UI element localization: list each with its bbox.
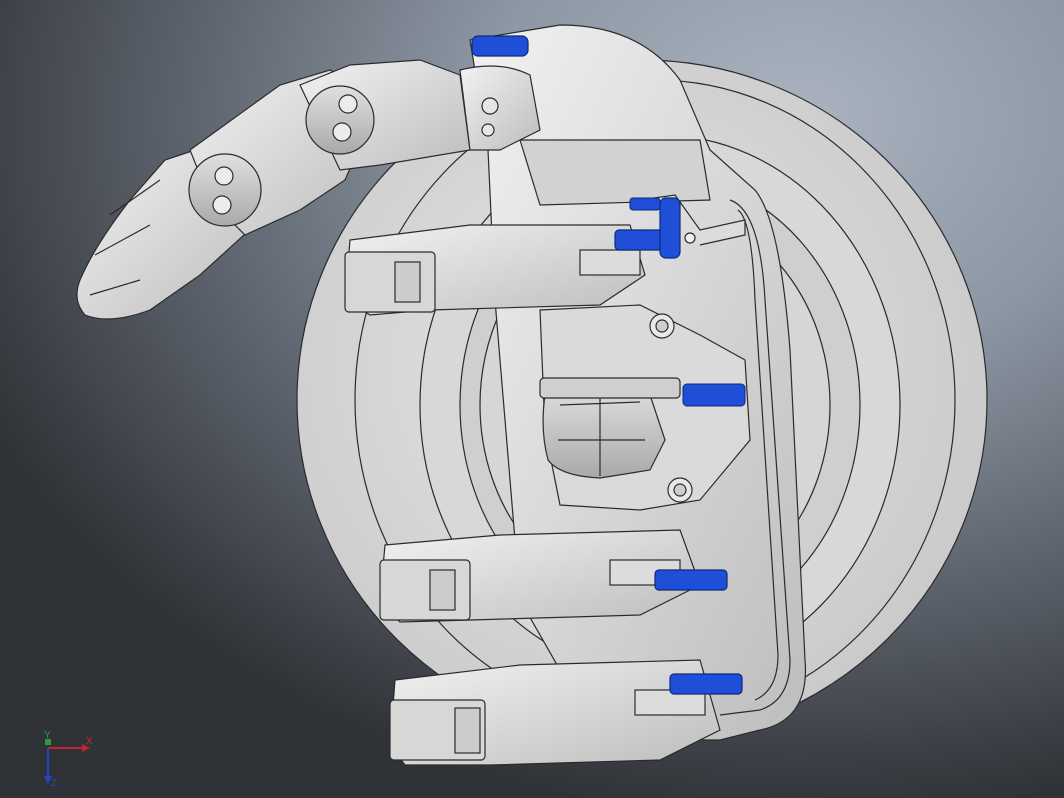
y-axis-label: Y [44,730,51,741]
coordinate-triad: X Y Z [44,730,93,786]
robotic-hand-model[interactable] [0,0,1064,798]
z-axis-label: Z [51,778,57,786]
little-finger[interactable] [389,659,743,766]
graphics-viewport[interactable]: X Y Z [0,0,1064,798]
x-axis-label: X [86,736,93,747]
